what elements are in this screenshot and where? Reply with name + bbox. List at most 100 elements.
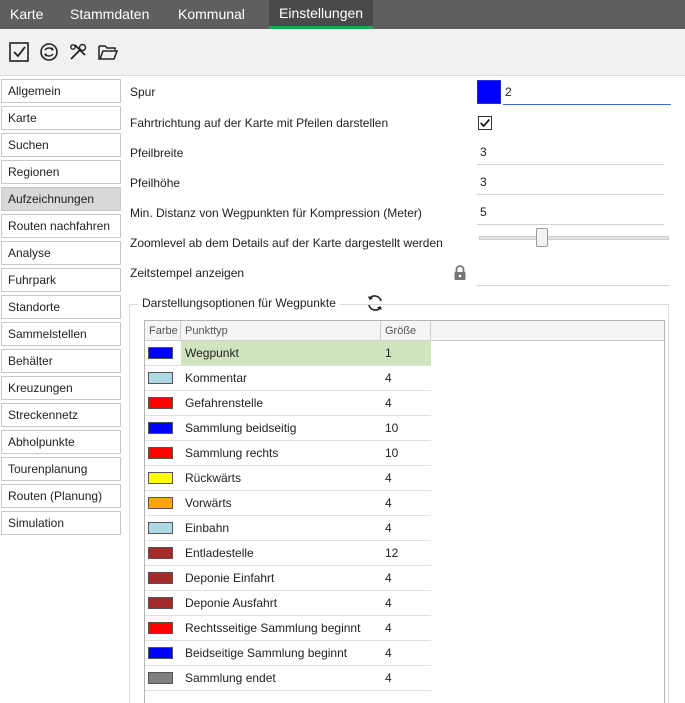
tab-kommunal[interactable]: Kommunal bbox=[168, 0, 255, 29]
color-swatch[interactable] bbox=[148, 372, 173, 384]
sidebar-item-kreuzungen[interactable]: Kreuzungen bbox=[1, 376, 121, 400]
spur-label: Spur bbox=[130, 85, 156, 99]
sidebar-item-routen-planung[interactable]: Routen (Planung) bbox=[1, 484, 121, 508]
sidebar-item-routen-nachfahren[interactable]: Routen nachfahren bbox=[1, 214, 121, 238]
size-cell[interactable]: 4 bbox=[381, 591, 431, 616]
sync-icon[interactable] bbox=[38, 41, 60, 63]
color-swatch[interactable] bbox=[148, 522, 173, 534]
color-cell[interactable] bbox=[145, 666, 181, 691]
folder-open-icon[interactable] bbox=[97, 41, 119, 63]
color-swatch[interactable] bbox=[148, 597, 173, 609]
point-type-cell: Entladestelle bbox=[181, 541, 381, 566]
sidebar-item-karte[interactable]: Karte bbox=[1, 106, 121, 130]
table-row[interactable]: Deponie Einfahrt 4 bbox=[145, 566, 664, 591]
color-swatch[interactable] bbox=[148, 472, 173, 484]
color-cell[interactable] bbox=[145, 566, 181, 591]
table-row[interactable]: Kommentar 4 bbox=[145, 366, 664, 391]
sidebar-item-behaelter[interactable]: Behälter bbox=[1, 349, 121, 373]
main-menu-bar: Karte Stammdaten Kommunal Einstellungen bbox=[0, 0, 685, 29]
size-cell[interactable]: 4 bbox=[381, 566, 431, 591]
color-swatch[interactable] bbox=[148, 422, 173, 434]
color-cell[interactable] bbox=[145, 466, 181, 491]
size-cell[interactable]: 4 bbox=[381, 366, 431, 391]
tools-icon[interactable] bbox=[67, 41, 89, 63]
sidebar-item-aufzeichnungen[interactable]: Aufzeichnungen bbox=[1, 187, 121, 211]
zoomlevel-slider-track[interactable] bbox=[479, 236, 669, 240]
size-cell[interactable]: 12 bbox=[381, 541, 431, 566]
color-swatch[interactable] bbox=[148, 647, 173, 659]
size-cell[interactable]: 10 bbox=[381, 416, 431, 441]
color-swatch[interactable] bbox=[148, 547, 173, 559]
size-cell[interactable]: 4 bbox=[381, 466, 431, 491]
table-row[interactable]: Beidseitige Sammlung beginnt 4 bbox=[145, 641, 664, 666]
size-cell[interactable]: 1 bbox=[381, 341, 431, 366]
color-cell[interactable] bbox=[145, 541, 181, 566]
size-cell[interactable]: 4 bbox=[381, 391, 431, 416]
toolbar bbox=[0, 29, 685, 76]
table-row[interactable]: Vorwärts 4 bbox=[145, 491, 664, 516]
sidebar-item-simulation[interactable]: Simulation bbox=[1, 511, 121, 535]
color-swatch[interactable] bbox=[148, 672, 173, 684]
color-swatch[interactable] bbox=[148, 397, 173, 409]
arrow-width-input[interactable]: 3 bbox=[477, 141, 664, 165]
tab-stammdaten[interactable]: Stammdaten bbox=[60, 0, 159, 29]
waypoint-options-title: Darstellungsoptionen für Wegpunkte bbox=[138, 296, 340, 310]
sidebar-item-fuhrpark[interactable]: Fuhrpark bbox=[1, 268, 121, 292]
size-cell[interactable]: 4 bbox=[381, 616, 431, 641]
tab-einstellungen[interactable]: Einstellungen bbox=[269, 0, 374, 29]
color-swatch[interactable] bbox=[148, 622, 173, 634]
color-swatch[interactable] bbox=[148, 572, 173, 584]
sidebar-item-allgemein[interactable]: Allgemein bbox=[1, 79, 121, 103]
table-row[interactable]: Entladestelle 12 bbox=[145, 541, 664, 566]
tab-karte[interactable]: Karte bbox=[0, 0, 53, 29]
color-cell[interactable] bbox=[145, 441, 181, 466]
color-cell[interactable] bbox=[145, 416, 181, 441]
table-row[interactable]: Rückwärts 4 bbox=[145, 466, 664, 491]
arrow-height-input[interactable]: 3 bbox=[477, 171, 664, 195]
sidebar-item-streckennetz[interactable]: Streckennetz bbox=[1, 403, 121, 427]
column-header-color[interactable]: Farbe bbox=[145, 321, 181, 341]
table-row[interactable]: Wegpunkt 1 bbox=[145, 341, 664, 366]
point-type-cell: Deponie Ausfahrt bbox=[181, 591, 381, 616]
column-header-size[interactable]: Größe bbox=[381, 321, 431, 341]
arrows-checkbox[interactable] bbox=[478, 116, 492, 130]
spur-input[interactable]: 2 bbox=[503, 80, 671, 105]
size-cell[interactable]: 4 bbox=[381, 641, 431, 666]
check-icon[interactable] bbox=[8, 41, 30, 63]
sidebar-item-sammelstellen[interactable]: Sammelstellen bbox=[1, 322, 121, 346]
size-cell[interactable]: 10 bbox=[381, 441, 431, 466]
color-cell[interactable] bbox=[145, 641, 181, 666]
table-row[interactable]: Deponie Ausfahrt 4 bbox=[145, 591, 664, 616]
table-row[interactable]: Sammlung beidseitig 10 bbox=[145, 416, 664, 441]
table-row[interactable]: Sammlung rechts 10 bbox=[145, 441, 664, 466]
color-cell[interactable] bbox=[145, 366, 181, 391]
color-cell[interactable] bbox=[145, 341, 181, 366]
sidebar-item-tourenplanung[interactable]: Tourenplanung bbox=[1, 457, 121, 481]
spur-color-picker[interactable] bbox=[477, 80, 501, 104]
table-row[interactable]: Gefahrenstelle 4 bbox=[145, 391, 664, 416]
column-header-type[interactable]: Punkttyp bbox=[181, 321, 381, 341]
size-cell[interactable]: 4 bbox=[381, 516, 431, 541]
color-cell[interactable] bbox=[145, 491, 181, 516]
sidebar-item-analyse[interactable]: Analyse bbox=[1, 241, 121, 265]
color-cell[interactable] bbox=[145, 591, 181, 616]
table-row[interactable]: Rechtsseitige Sammlung beginnt 4 bbox=[145, 616, 664, 641]
color-cell[interactable] bbox=[145, 516, 181, 541]
point-type-cell: Rechtsseitige Sammlung beginnt bbox=[181, 616, 381, 641]
sidebar-item-suchen[interactable]: Suchen bbox=[1, 133, 121, 157]
min-distance-input[interactable]: 5 bbox=[477, 201, 664, 225]
color-cell[interactable] bbox=[145, 616, 181, 641]
size-cell[interactable]: 4 bbox=[381, 666, 431, 691]
table-row[interactable]: Sammlung endet 4 bbox=[145, 666, 664, 691]
color-swatch[interactable] bbox=[148, 447, 173, 459]
sidebar-item-regionen[interactable]: Regionen bbox=[1, 160, 121, 184]
color-cell[interactable] bbox=[145, 391, 181, 416]
size-cell[interactable]: 4 bbox=[381, 491, 431, 516]
color-swatch[interactable] bbox=[148, 347, 173, 359]
zoomlevel-slider-thumb[interactable] bbox=[536, 228, 548, 247]
table-row[interactable]: Einbahn 4 bbox=[145, 516, 664, 541]
color-swatch[interactable] bbox=[148, 497, 173, 509]
sidebar-item-standorte[interactable]: Standorte bbox=[1, 295, 121, 319]
refresh-icon[interactable] bbox=[365, 293, 385, 313]
sidebar-item-abholpunkte[interactable]: Abholpunkte bbox=[1, 430, 121, 454]
